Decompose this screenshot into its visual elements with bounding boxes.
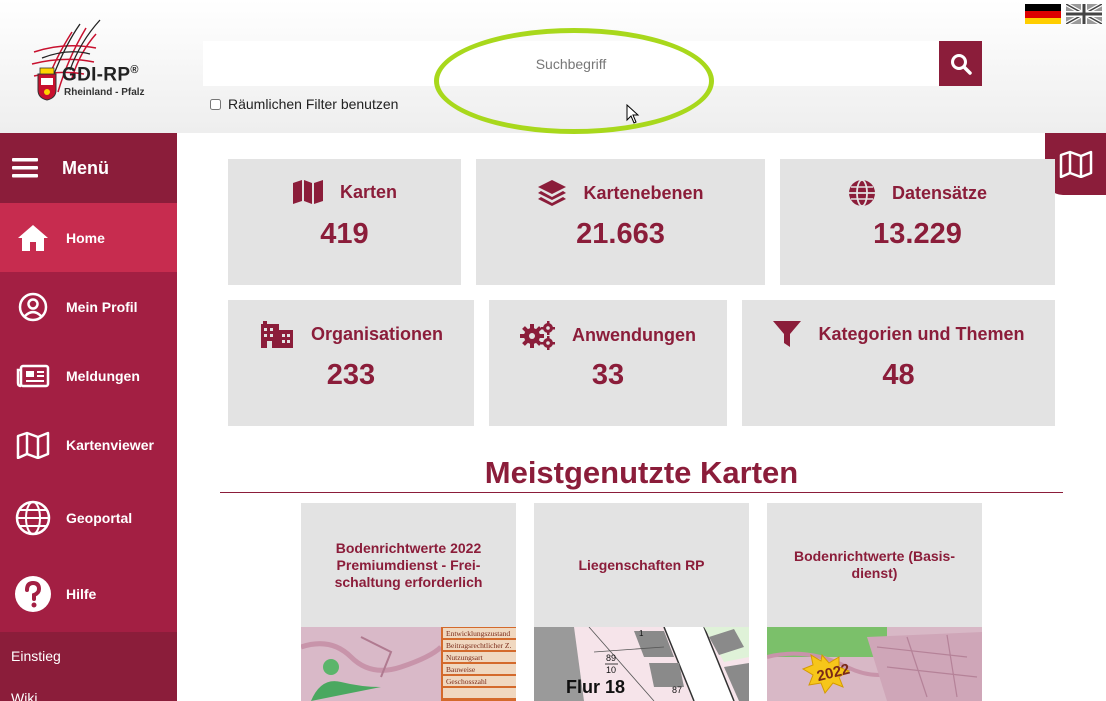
map-card-bodenrichtwerte-basis[interactable]: Bodenrichtwerte (Basis-dienst) 2022 [767,503,982,701]
sidebar-item-label: Hilfe [66,586,97,602]
sidebar: Menü Home Mein Profil Meldungen Kartenvi… [0,133,177,701]
sidebar-item-home[interactable]: Home [0,203,177,272]
sidebar-item-label: Home [66,229,105,246]
stat-label: Karten [339,181,397,202]
map-card-title: Liegenschaften RP [578,556,705,573]
sidebar-item-label: Meldungen [66,367,140,384]
thumb-parcel-number: 1 [639,629,644,638]
thumb-parcel-number: 89 [606,653,616,663]
thumb-legend-item: Nutzungsart [446,653,484,662]
map-icon [292,180,323,204]
stat-value: 419 [320,218,369,250]
logo-registered-mark: ® [130,64,139,76]
map-card-title: Bodenrichtwerte 2022 Premiumdienst - Fre… [334,539,483,590]
spatial-filter-option[interactable]: Räumlichen Filter benutzen [210,96,398,112]
globe-icon [15,500,51,535]
uk-flag-icon[interactable] [1065,2,1103,26]
map-thumbnail: Entwicklungszustand Beitragsrechtlicher … [301,627,516,701]
logo-subtitle: Rheinland - Pfalz [64,87,145,98]
stat-label: Anwendungen [572,324,696,345]
filter-icon [773,321,802,347]
sidebar-item-label: Kartenviewer [66,436,154,453]
sidebar-item-kartenviewer[interactable]: Kartenviewer [0,410,177,479]
globe-icon [848,179,875,207]
thumb-legend-item: Bauweise [446,665,476,674]
gdi-rp-logo[interactable]: GDI-RP® Rheinland - Pfalz [24,18,154,112]
section-divider [220,492,1063,493]
question-icon [15,576,51,612]
stat-card-organisationen[interactable]: Organisationen 233 [228,300,474,426]
logo-title: GDI-RP [62,64,131,86]
map-icon [1059,150,1092,178]
map-card-liegenschaften[interactable]: Liegenschaften RP 89 10 87 1 Flur 18 [534,503,749,701]
map-card-title: Bodenrichtwerte (Basis-dienst) [793,548,956,581]
german-flag-icon[interactable] [1025,4,1061,24]
sidebar-item-label: Geoportal [66,509,133,526]
home-icon [18,224,48,251]
building-icon [260,321,293,348]
stat-card-karten[interactable]: Karten 419 [228,159,461,285]
thumb-legend-item: Entwicklungszustand [446,629,510,638]
stat-label: Datensätze [891,182,988,203]
stat-label: Organisationen [310,323,444,344]
search-button[interactable] [939,41,982,86]
stat-value: 233 [326,359,376,391]
sidebar-item-meldungen[interactable]: Meldungen [0,341,177,410]
stat-card-kartenebenen[interactable]: Kartenebenen 21.663 [476,159,765,285]
spatial-filter-checkbox[interactable] [210,98,221,110]
menu-label: Menü [62,157,109,178]
sidebar-item-geoportal[interactable]: Geoportal [0,479,177,556]
sidebar-item-hilfe[interactable]: Hilfe [0,556,177,632]
section-title: Meistgenutzte Karten [484,455,799,490]
menu-toggle[interactable]: Menü [0,133,177,203]
sidebar-link-einstieg[interactable]: Einstieg [11,648,61,664]
thumb-flur-label: Flur 18 [566,677,625,697]
map-thumbnail: 2022 [767,627,982,701]
stat-label: Kategorien und Themen [818,323,1025,344]
newspaper-icon [16,364,50,387]
stat-value: 48 [882,359,915,391]
thumb-legend-item: Geschosszahl [446,677,487,686]
search-input[interactable] [203,41,939,86]
stat-value: 33 [591,359,625,391]
sidebar-item-mein-profil[interactable]: Mein Profil [0,272,177,341]
map-card-bodenrichtwerte-premium[interactable]: Bodenrichtwerte 2022 Premiumdienst - Fre… [301,503,516,701]
map-thumbnail: 89 10 87 1 Flur 18 [534,627,749,701]
thumb-legend-item: Beitragsrechtlicher Z. [446,641,512,650]
header: GDI-RP® Rheinland - Pfalz Räumlichen Fil… [0,0,1106,134]
stat-value: 21.663 [576,218,665,250]
sidebar-link-wiki[interactable]: Wiki [11,690,37,701]
stat-card-datensaetze[interactable]: Datensätze 13.229 [780,159,1055,285]
spatial-filter-label: Räumlichen Filter benutzen [228,96,399,112]
stat-value: 13.229 [873,218,962,250]
stat-card-anwendungen[interactable]: Anwendungen 33 [489,300,727,426]
hamburger-icon [12,158,38,178]
thumb-parcel-number: 10 [606,665,616,675]
gears-icon [520,321,555,350]
search-icon [950,53,972,75]
layers-icon [538,180,567,206]
thumb-parcel-number: 87 [672,685,682,695]
sidebar-sub-section: Einstieg Wiki [0,632,177,701]
stat-card-kategorien[interactable]: Kategorien und Themen 48 [742,300,1055,426]
map-icon [16,431,50,459]
mouse-pointer-icon [626,104,640,124]
stat-label: Kartenebenen [583,182,704,203]
user-circle-icon [18,292,48,321]
sidebar-item-label: Mein Profil [66,298,138,315]
